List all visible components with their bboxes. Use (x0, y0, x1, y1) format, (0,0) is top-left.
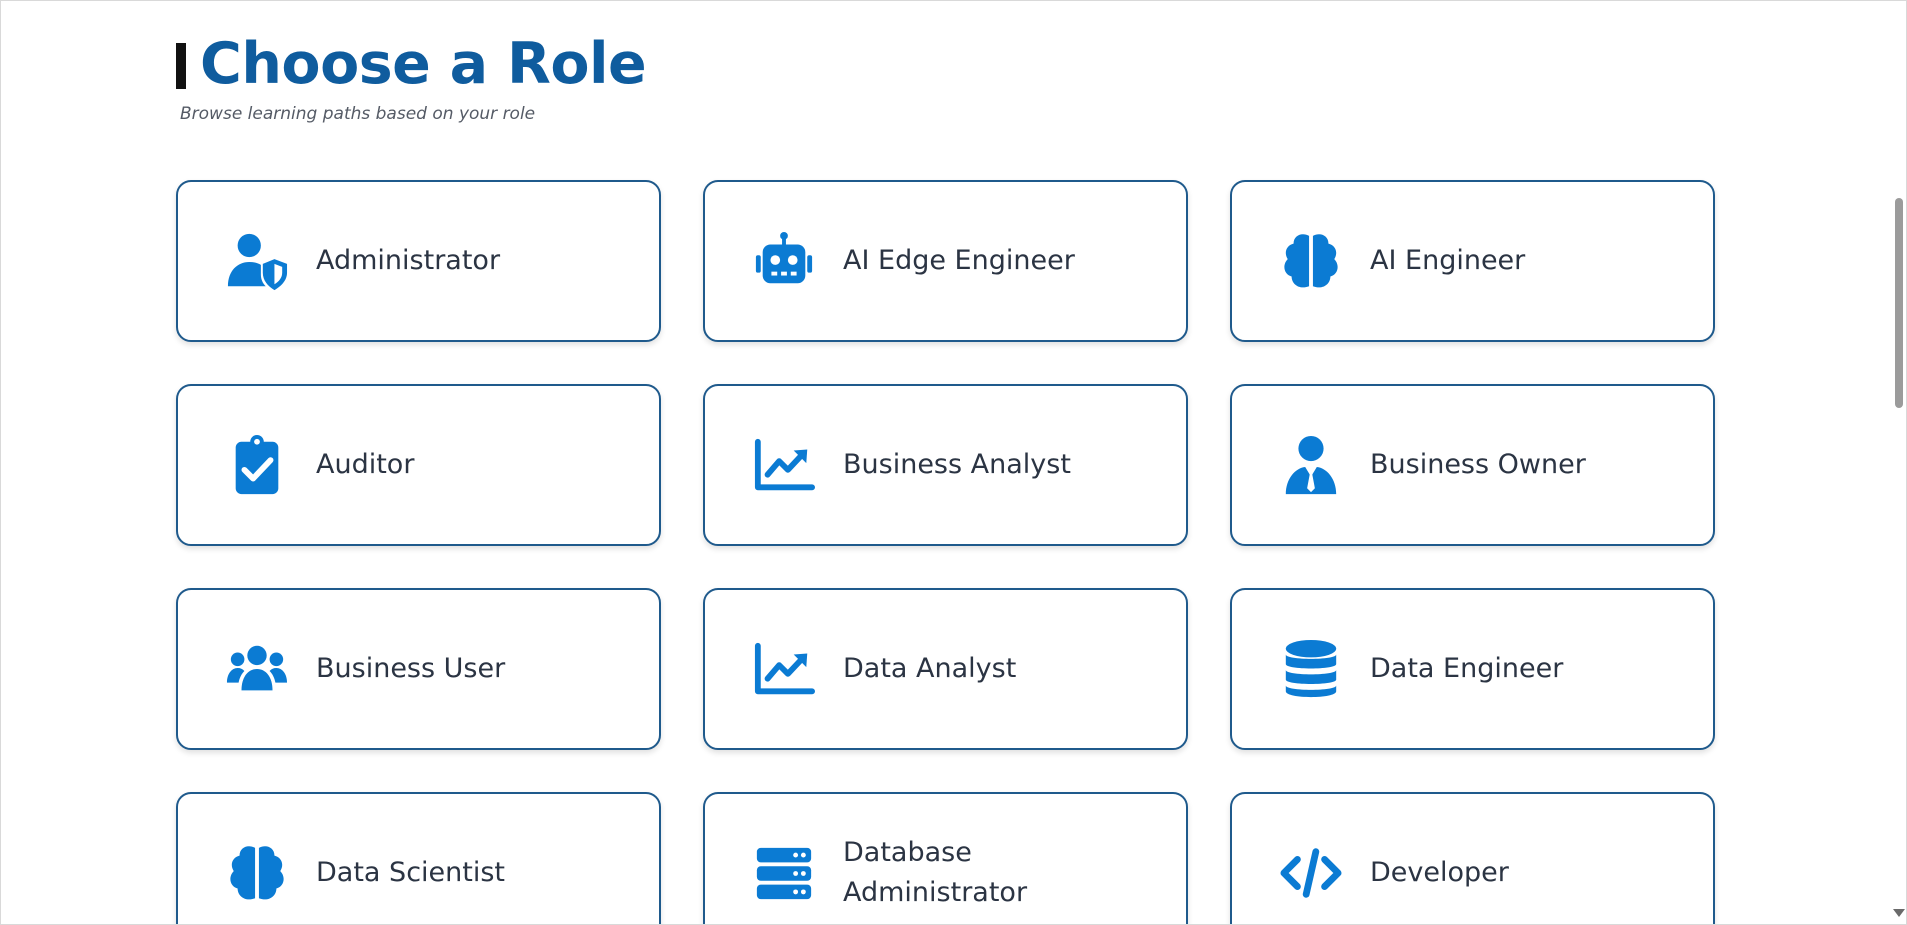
role-label: Data Engineer (1370, 653, 1564, 684)
vertical-scrollbar[interactable] (1890, 0, 1907, 925)
scroll-down-arrow-icon[interactable] (1893, 909, 1905, 917)
role-grid: Administrator AI Edge Engineer AI Engine… (176, 180, 1715, 925)
role-card-ai-engineer[interactable]: AI Engineer (1230, 180, 1715, 342)
robot-icon (753, 230, 815, 292)
chart-line-icon (753, 434, 815, 496)
users-icon (226, 638, 288, 700)
role-label: Business User (316, 653, 506, 684)
role-label: Auditor (316, 449, 415, 480)
role-card-business-owner[interactable]: Business Owner (1230, 384, 1715, 546)
role-label: Data Analyst (843, 653, 1017, 684)
role-label: Business Analyst (843, 449, 1071, 480)
role-label: Developer (1370, 857, 1509, 888)
user-shield-icon (226, 230, 288, 292)
role-card-data-scientist[interactable]: Data Scientist (176, 792, 661, 925)
role-label: Business Owner (1370, 449, 1586, 480)
title-accent-bar (176, 43, 186, 89)
role-label: Database Administrator (843, 837, 1028, 908)
title-row: Choose a Role (176, 30, 647, 98)
server-icon (753, 842, 815, 904)
role-card-database-administrator[interactable]: Database Administrator (703, 792, 1188, 925)
code-icon (1280, 842, 1342, 904)
role-card-data-engineer[interactable]: Data Engineer (1230, 588, 1715, 750)
clipboard-check-icon (226, 434, 288, 496)
brain-icon (1280, 230, 1342, 292)
role-card-data-analyst[interactable]: Data Analyst (703, 588, 1188, 750)
role-card-business-user[interactable]: Business User (176, 588, 661, 750)
database-icon (1280, 638, 1342, 700)
role-card-business-analyst[interactable]: Business Analyst (703, 384, 1188, 546)
role-card-developer[interactable]: Developer (1230, 792, 1715, 925)
page: Choose a Role Browse learning paths base… (0, 0, 1907, 925)
role-label: AI Edge Engineer (843, 245, 1075, 276)
role-label: Data Scientist (316, 857, 505, 888)
role-card-ai-edge-engineer[interactable]: AI Edge Engineer (703, 180, 1188, 342)
scrollbar-thumb[interactable] (1895, 198, 1903, 408)
role-card-administrator[interactable]: Administrator (176, 180, 661, 342)
role-label: Administrator (316, 245, 501, 276)
user-tie-icon (1280, 434, 1342, 496)
page-header: Choose a Role Browse learning paths base… (176, 30, 647, 124)
chart-line-icon (753, 638, 815, 700)
role-card-auditor[interactable]: Auditor (176, 384, 661, 546)
page-title: Choose a Role (200, 31, 647, 97)
role-label: AI Engineer (1370, 245, 1526, 276)
page-subtitle: Browse learning paths based on your role (180, 104, 536, 124)
brain-icon (226, 842, 288, 904)
